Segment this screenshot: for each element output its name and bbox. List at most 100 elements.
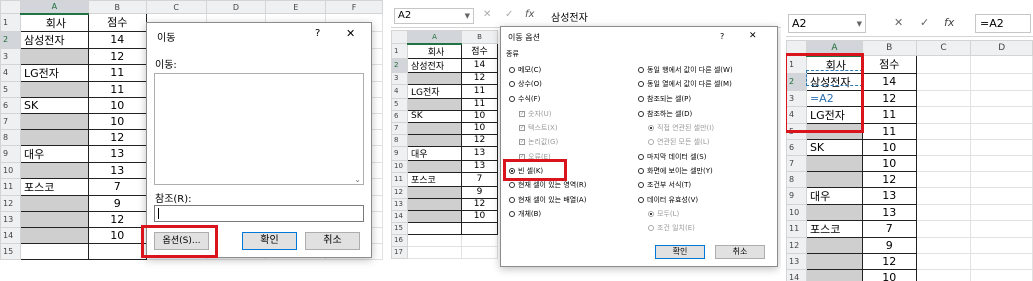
cell-company[interactable] [805,268,863,281]
cell-company[interactable] [407,245,462,259]
scroll-down-icon[interactable]: ⌄ [354,175,361,184]
cell-score[interactable]: 12 [461,71,498,85]
cell-score[interactable]: 9 [87,194,147,212]
row-header[interactable]: 9 [391,145,408,161]
function-icon[interactable]: fx [944,16,954,29]
chevron-down-icon[interactable]: ▼ [465,9,470,23]
empty-cell[interactable] [915,186,972,205]
cell-score[interactable]: 12 [861,252,917,270]
cancel-button[interactable]: 취소 [715,245,765,259]
cell-score[interactable]: 11 [461,83,498,99]
row-header[interactable]: 4 [786,105,807,124]
option-right-1[interactable]: 동일 열에서 값이 다른 셀(M) [638,79,732,89]
cell-score[interactable]: 13 [461,145,498,161]
row-header[interactable]: 11 [391,171,408,187]
ok-button[interactable]: 확인 [655,245,705,259]
cell-company[interactable]: LG전자 [407,83,462,99]
empty-cell[interactable] [970,236,1033,254]
radio-icon[interactable] [509,81,515,87]
row-header[interactable]: 5 [391,97,408,111]
cell-company[interactable] [19,80,89,98]
cell-company[interactable] [19,47,89,65]
cell-company[interactable] [407,221,462,235]
cell-company[interactable] [407,233,462,247]
empty-cell[interactable] [915,122,972,140]
cell-score[interactable]: 점수 [861,55,917,74]
radio-icon[interactable] [509,197,515,203]
options-button[interactable]: 옵션(S)... [154,232,209,250]
formula-value[interactable]: 삼성전자 [551,9,588,24]
cell-score[interactable]: 12 [87,210,147,228]
option-right-6[interactable]: 마지막 데이터 셀(S) [638,152,706,162]
row-header[interactable]: 17 [391,245,408,259]
confirm-entry-icon[interactable]: ✓ [505,9,513,20]
close-icon[interactable]: ✕ [346,27,355,40]
reference-input[interactable] [154,205,364,222]
empty-cell[interactable] [970,219,1033,238]
row-header[interactable]: 7 [0,112,21,130]
cell-score[interactable]: 10 [461,209,498,223]
cell-company[interactable]: 포스코 [805,219,863,238]
column-header[interactable]: B [461,30,498,44]
row-header[interactable]: 6 [0,96,21,114]
cell-score[interactable]: 점수 [87,13,147,32]
row-header[interactable]: 13 [391,197,408,211]
empty-cell[interactable] [915,72,972,91]
radio-icon[interactable] [509,182,515,188]
radio-icon[interactable] [509,96,515,102]
cell-score[interactable]: 11 [87,63,147,82]
ok-button[interactable]: 확인 [242,232,297,250]
row-header[interactable]: 3 [391,71,408,85]
row-header[interactable]: 12 [0,194,21,212]
goto-list[interactable]: ⌄ [154,73,364,185]
row-header[interactable]: 6 [391,109,408,123]
row-header[interactable]: 5 [786,122,807,140]
radio-icon[interactable] [638,111,644,117]
cell-score[interactable]: 점수 [461,43,498,59]
cell-score[interactable]: 10 [861,138,917,156]
cell-company[interactable]: LG전자 [19,63,89,82]
row-header[interactable]: 10 [391,159,408,173]
cell-company[interactable]: 회사 [19,13,89,32]
cell-score[interactable] [461,221,498,235]
row-header[interactable]: 10 [786,203,807,221]
name-box[interactable]: A2 ▼ [394,8,474,24]
cell-score[interactable]: 14 [87,30,147,49]
cell-score[interactable]: 14 [461,57,498,73]
cell-score[interactable]: 12 [461,197,498,211]
cell-score[interactable]: 9 [461,185,498,199]
option-right-9[interactable]: 데이터 유효성(V) [638,195,698,205]
row-header[interactable]: 9 [0,144,21,163]
row-header[interactable]: 1 [391,43,408,59]
cell-company[interactable] [805,170,863,188]
cell-score[interactable]: 11 [861,105,917,124]
cell-company[interactable] [407,209,462,223]
empty-cell[interactable] [915,170,972,188]
cell-score[interactable]: 10 [461,121,498,135]
empty-cell[interactable] [970,186,1033,205]
radio-icon[interactable] [509,168,515,174]
option-left-2[interactable]: 수식(F) [509,94,540,104]
empty-cell[interactable] [915,89,972,107]
row-header[interactable]: 5 [0,80,21,98]
row-header[interactable]: 8 [391,133,408,147]
row-header[interactable]: 14 [786,268,807,281]
empty-cell[interactable] [970,203,1033,221]
empty-cell[interactable] [915,203,972,221]
select-all-corner[interactable] [391,30,408,44]
cell-company[interactable]: 삼성전자 [19,30,89,49]
cell-company[interactable] [19,112,89,130]
confirm-entry-icon[interactable]: ✓ [920,16,929,29]
option-right-7[interactable]: 화면에 보이는 셀만(Y) [638,166,713,176]
empty-cell[interactable] [970,138,1033,156]
row-header[interactable]: 10 [0,161,21,179]
row-header[interactable]: 15 [391,221,408,235]
empty-cell[interactable] [970,89,1033,107]
empty-cell[interactable] [970,105,1033,124]
empty-cell[interactable] [915,105,972,124]
cell-score[interactable]: 12 [461,133,498,147]
cell-company[interactable]: SK [805,138,863,156]
chevron-down-icon[interactable]: ▼ [857,16,862,33]
column-header[interactable]: A [19,0,89,15]
select-all-corner[interactable] [786,40,807,56]
